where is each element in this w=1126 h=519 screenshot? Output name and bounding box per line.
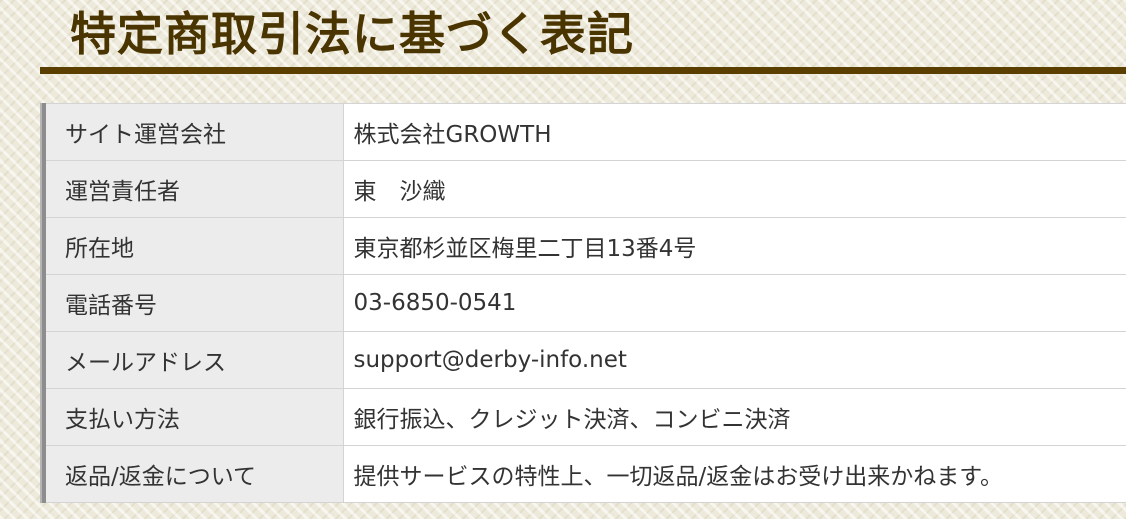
row-value-phone: 03-6850-0541 bbox=[343, 274, 1126, 332]
row-value-manager: 東 沙織 bbox=[343, 160, 1126, 218]
row-label-email: メールアドレス bbox=[40, 331, 344, 389]
table-row: メールアドレス support@derby-info.net bbox=[40, 331, 1126, 389]
table-row: 運営責任者 東 沙織 bbox=[40, 160, 1126, 218]
title-underline bbox=[40, 67, 1126, 74]
row-label-address: 所在地 bbox=[40, 217, 344, 275]
table-row: 支払い方法 銀行振込、クレジット決済、コンビニ決済 bbox=[40, 388, 1126, 446]
table-row: 返品/返金について 提供サービスの特性上、一切返品/返金はお受け出来かねます。 bbox=[40, 445, 1126, 503]
row-value-refund: 提供サービスの特性上、一切返品/返金はお受け出来かねます。 bbox=[343, 445, 1126, 503]
row-value-email: support@derby-info.net bbox=[343, 331, 1126, 389]
table-left-edge bbox=[40, 103, 42, 503]
table-row: サイト運営会社 株式会社GROWTH bbox=[40, 103, 1126, 161]
row-label-refund: 返品/返金について bbox=[40, 445, 344, 503]
row-label-manager: 運営責任者 bbox=[40, 160, 344, 218]
table-row: 所在地 東京都杉並区梅里二丁目13番4号 bbox=[40, 217, 1126, 275]
row-label-payment: 支払い方法 bbox=[40, 388, 344, 446]
page-header: 特定商取引法に基づく表記 bbox=[40, 0, 1126, 74]
page-title: 特定商取引法に基づく表記 bbox=[70, 7, 634, 61]
table-row: 電話番号 03-6850-0541 bbox=[40, 274, 1126, 332]
row-label-company: サイト運営会社 bbox=[40, 103, 344, 161]
row-value-address: 東京都杉並区梅里二丁目13番4号 bbox=[343, 217, 1126, 275]
row-value-payment: 銀行振込、クレジット決済、コンビニ決済 bbox=[343, 388, 1126, 446]
row-value-company: 株式会社GROWTH bbox=[343, 103, 1126, 161]
row-label-phone: 電話番号 bbox=[40, 274, 344, 332]
commercial-transactions-table: サイト運営会社 株式会社GROWTH 運営責任者 東 沙織 所在地 東京都杉並区… bbox=[40, 103, 1126, 503]
